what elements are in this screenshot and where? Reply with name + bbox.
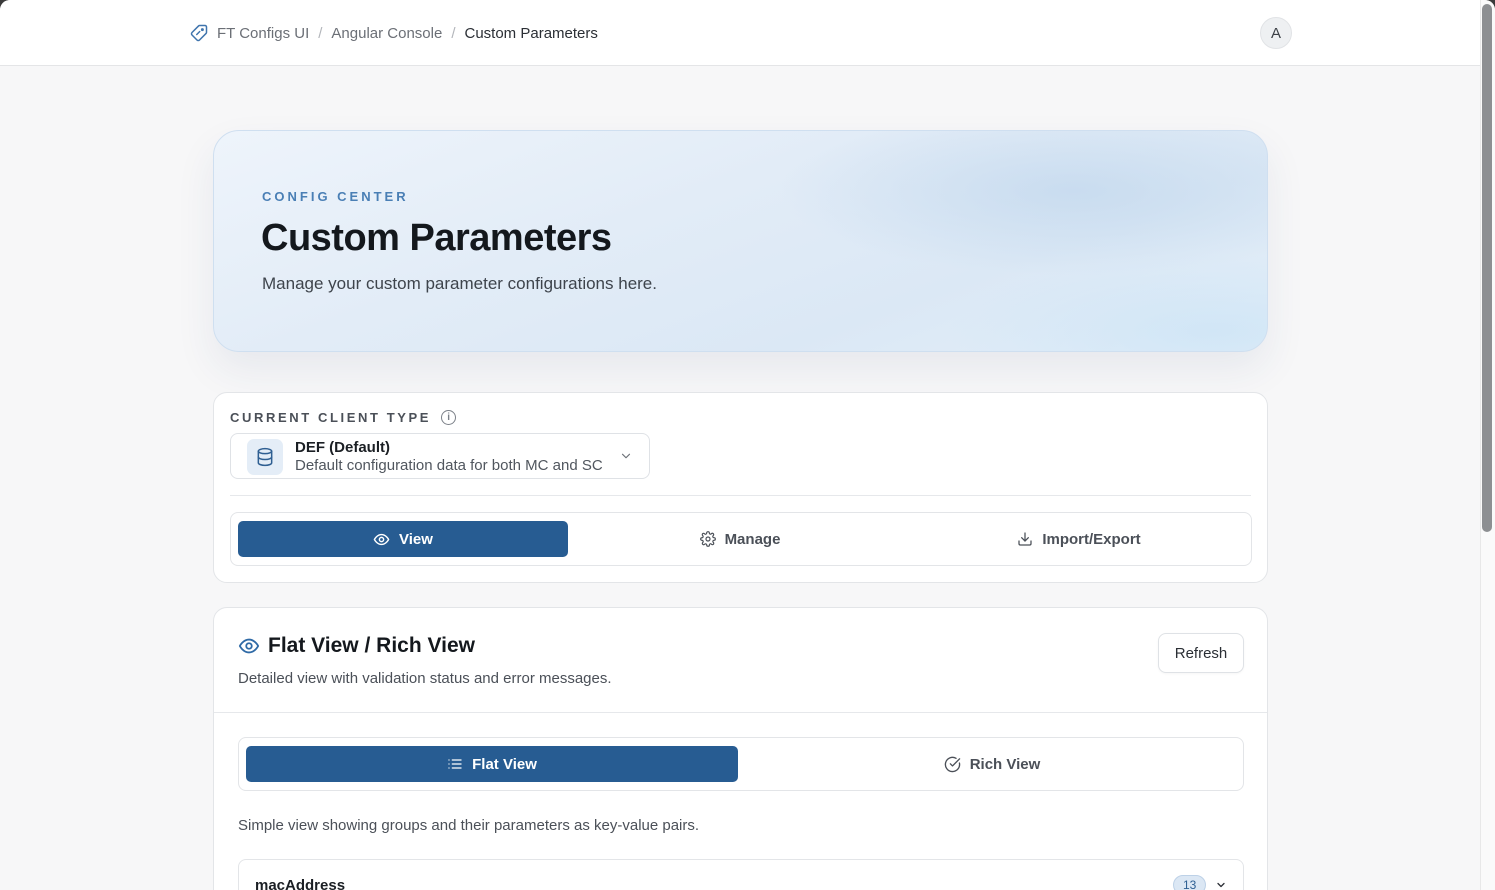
- tab-flat-view-label: Flat View: [472, 755, 537, 773]
- breadcrumb-current: Custom Parameters: [464, 24, 598, 42]
- group-name: macAddress: [255, 877, 346, 890]
- app-window: FT Configs UI / Angular Console / Custom…: [0, 0, 1495, 890]
- page-title: Custom Parameters: [261, 217, 612, 259]
- client-type-select[interactable]: DEF (Default) Default configuration data…: [230, 433, 650, 479]
- divider: [230, 495, 1251, 496]
- tab-rich-view[interactable]: Rich View: [746, 746, 1238, 782]
- scrollbar-thumb[interactable]: [1482, 4, 1492, 532]
- client-type-label-row: CURRENT CLIENT TYPE i: [230, 410, 457, 425]
- breadcrumb-separator: /: [451, 24, 456, 42]
- user-avatar[interactable]: A: [1260, 17, 1292, 49]
- tab-manage[interactable]: Manage: [575, 521, 905, 557]
- group-row-macaddress[interactable]: macAddress 13: [238, 859, 1244, 890]
- client-type-label: CURRENT CLIENT TYPE: [230, 410, 432, 425]
- group-count-badge: 13: [1173, 875, 1207, 890]
- flat-view-card: Flat View / Rich View Detailed view with…: [213, 607, 1268, 890]
- tag-logo-icon: [190, 24, 208, 42]
- mode-tabs: View Manage Import/Export: [230, 512, 1252, 566]
- divider: [214, 712, 1267, 713]
- tab-view[interactable]: View: [238, 521, 568, 557]
- section-title: Flat View / Rich View: [268, 634, 475, 657]
- hero-banner: CONFIG CENTER Custom Parameters Manage y…: [213, 130, 1268, 352]
- page-subtitle: Manage your custom parameter configurati…: [262, 274, 657, 293]
- breadcrumb-item-angular-console[interactable]: Angular Console: [331, 25, 442, 42]
- tab-import-export-label: Import/Export: [1042, 530, 1141, 548]
- client-type-card: CURRENT CLIENT TYPE i DEF (Default) Defa…: [213, 392, 1268, 583]
- top-bar: FT Configs UI / Angular Console / Custom…: [0, 0, 1480, 66]
- tab-import-export[interactable]: Import/Export: [912, 521, 1246, 557]
- gear-icon: [699, 531, 716, 547]
- chevron-down-icon: [621, 453, 631, 459]
- list-icon: [448, 759, 462, 769]
- eye-icon: [238, 638, 260, 654]
- database-icon: [247, 439, 283, 475]
- chevron-down-icon[interactable]: [1215, 879, 1227, 890]
- section-description: Detailed view with validation status and…: [238, 670, 612, 687]
- client-type-description: Default configuration data for both MC a…: [295, 457, 603, 474]
- breadcrumb: FT Configs UI / Angular Console / Custom…: [190, 22, 598, 44]
- check-circle-icon: [944, 756, 960, 772]
- client-type-name: DEF (Default): [295, 439, 390, 456]
- view-tabs: Flat View Rich View: [238, 737, 1244, 791]
- eye-icon: [373, 533, 390, 545]
- hero-eyebrow: CONFIG CENTER: [262, 189, 409, 204]
- tab-view-label: View: [399, 530, 433, 548]
- breadcrumb-item-ft-configs[interactable]: FT Configs UI: [217, 25, 309, 42]
- tab-flat-view[interactable]: Flat View: [246, 746, 738, 782]
- tab-manage-label: Manage: [724, 530, 781, 548]
- breadcrumb-separator: /: [318, 24, 323, 42]
- tab-rich-view-label: Rich View: [969, 755, 1041, 773]
- info-icon[interactable]: i: [441, 410, 457, 425]
- view-hint: Simple view showing groups and their par…: [238, 817, 700, 834]
- download-icon: [1018, 532, 1032, 546]
- section-title-row: Flat View / Rich View: [238, 634, 475, 658]
- refresh-button[interactable]: Refresh: [1158, 633, 1244, 673]
